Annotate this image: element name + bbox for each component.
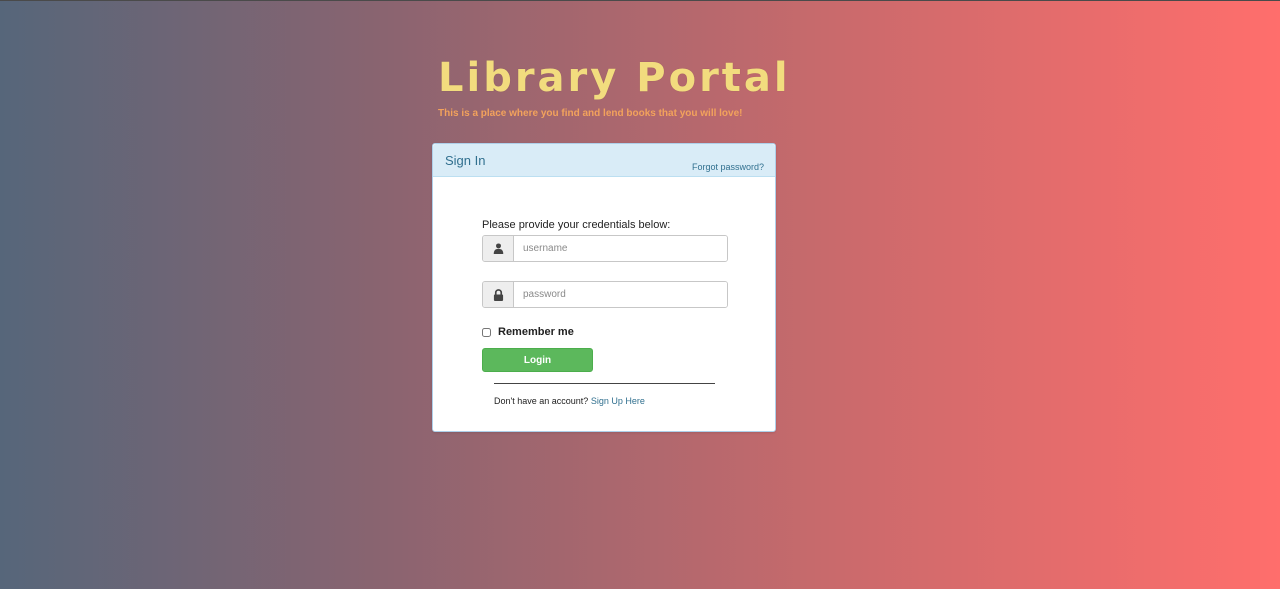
tagline: This is a place where you find and lend …: [438, 108, 743, 119]
lock-icon: [483, 282, 514, 307]
signup-prompt: Don't have an account?: [494, 396, 589, 406]
signup-line: Don't have an account? Sign Up Here: [494, 396, 726, 406]
password-input[interactable]: [514, 282, 727, 307]
username-group: [482, 235, 728, 262]
login-form: Please provide your credentials below: u…: [482, 219, 728, 406]
hero: Library Portal This is a place where you…: [438, 54, 858, 119]
password-group: [482, 281, 728, 308]
remember-me-label: Remember me: [498, 326, 574, 338]
user-icon: [483, 236, 514, 261]
panel-heading: Sign In Forgot password?: [433, 144, 775, 177]
username-input[interactable]: [514, 236, 727, 261]
remember-me[interactable]: Remember me: [482, 326, 726, 338]
credentials-instructions: Please provide your credentials below:: [482, 219, 671, 231]
sign-in-panel: Sign In Forgot password? Please provide …: [432, 143, 776, 432]
divider: [494, 383, 715, 384]
page-title: Library Portal: [438, 55, 791, 101]
signup-link[interactable]: Sign Up Here: [591, 396, 645, 406]
remember-me-checkbox[interactable]: [482, 327, 491, 337]
panel-title: Sign In: [445, 153, 486, 168]
top-border: [0, 0, 1280, 1]
login-button[interactable]: Login: [482, 348, 593, 372]
forgot-password-link[interactable]: Forgot password?: [692, 162, 764, 172]
